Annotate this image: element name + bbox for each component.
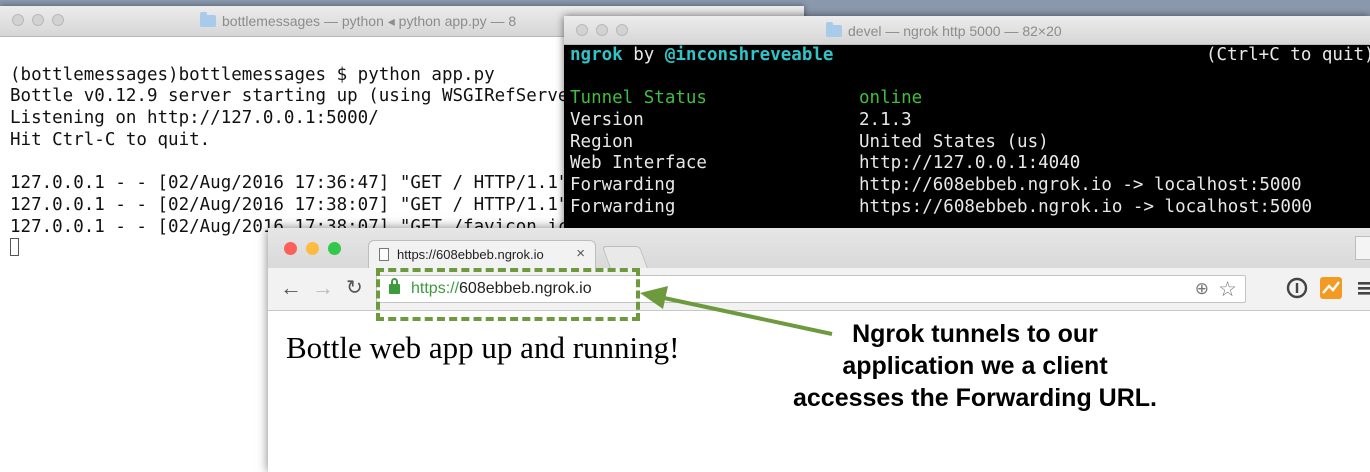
- callout-line: application we a client: [842, 352, 1108, 380]
- callout-text: Ngrok tunnels to our application we a cl…: [752, 318, 1198, 414]
- callout-line: Ngrok tunnels to our: [852, 320, 1098, 348]
- callout-line: accesses the Forwarding URL.: [792, 384, 1157, 412]
